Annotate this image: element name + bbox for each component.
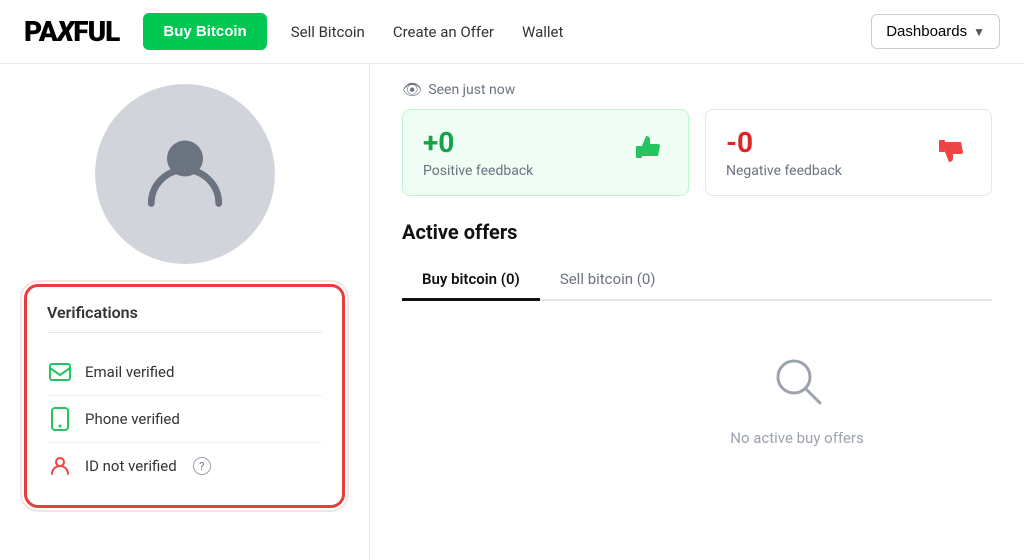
positive-feedback-number: +0: [423, 126, 533, 159]
tab-buy-bitcoin[interactable]: Buy bitcoin (0): [402, 260, 540, 301]
main-content: Verifications Email verified: [0, 64, 1024, 560]
create-offer-link[interactable]: Create an Offer: [393, 23, 494, 41]
right-panel: 👁 Seen just now +0 Positive feedback: [370, 64, 1024, 560]
id-not-verified-label: ID not verified: [85, 457, 177, 475]
no-offers-icon: [770, 353, 824, 419]
user-avatar-icon: [140, 127, 230, 221]
wallet-link[interactable]: Wallet: [522, 23, 563, 41]
eye-icon: 👁: [402, 80, 422, 99]
phone-verification-item: Phone verified: [47, 396, 322, 443]
tabs-row: Buy bitcoin (0) Sell bitcoin (0): [402, 260, 992, 301]
feedback-row: +0 Positive feedback -0 Negative feedbac…: [402, 109, 992, 196]
main-nav: Sell Bitcoin Create an Offer Wallet Dash…: [291, 14, 1000, 49]
dashboards-label: Dashboards: [886, 23, 967, 40]
seen-label: Seen just now: [428, 82, 515, 98]
email-verification-item: Email verified: [47, 349, 322, 396]
chevron-down-icon: ▼: [973, 25, 985, 39]
verifications-title: Verifications: [47, 303, 322, 333]
negative-feedback-box: -0 Negative feedback: [705, 109, 992, 196]
verifications-section: Verifications Email verified: [24, 284, 345, 508]
verifications-box: Verifications Email verified: [24, 284, 345, 508]
positive-feedback-label: Positive feedback: [423, 163, 533, 179]
positive-feedback-box: +0 Positive feedback: [402, 109, 689, 196]
email-verified-label: Email verified: [85, 363, 174, 381]
seen-bar: 👁 Seen just now: [402, 64, 992, 109]
empty-state-text: No active buy offers: [730, 429, 863, 447]
phone-verified-label: Phone verified: [85, 410, 180, 428]
tab-sell-bitcoin[interactable]: Sell bitcoin (0): [540, 260, 676, 301]
header: PAXFUL Buy Bitcoin Sell Bitcoin Create a…: [0, 0, 1024, 64]
negative-feedback-label: Negative feedback: [726, 163, 842, 179]
empty-state: No active buy offers: [602, 333, 992, 467]
negative-feedback-content: -0 Negative feedback: [726, 126, 842, 179]
avatar: [95, 84, 275, 264]
id-verification-item: ID not verified ?: [47, 443, 322, 489]
dashboards-button[interactable]: Dashboards ▼: [871, 14, 1000, 49]
thumbs-up-icon: [632, 131, 668, 175]
positive-feedback-content: +0 Positive feedback: [423, 126, 533, 179]
negative-feedback-number: -0: [726, 126, 842, 159]
id-help-icon[interactable]: ?: [193, 457, 211, 475]
logo: PAXFUL: [24, 15, 119, 48]
thumbs-down-icon: [935, 131, 971, 175]
phone-verified-icon: [47, 406, 73, 432]
id-not-verified-icon: [47, 453, 73, 479]
left-panel: Verifications Email verified: [0, 64, 370, 560]
sell-bitcoin-link[interactable]: Sell Bitcoin: [291, 23, 365, 41]
buy-bitcoin-button[interactable]: Buy Bitcoin: [143, 13, 266, 50]
email-verified-icon: [47, 359, 73, 385]
active-offers-title: Active offers: [402, 220, 992, 244]
